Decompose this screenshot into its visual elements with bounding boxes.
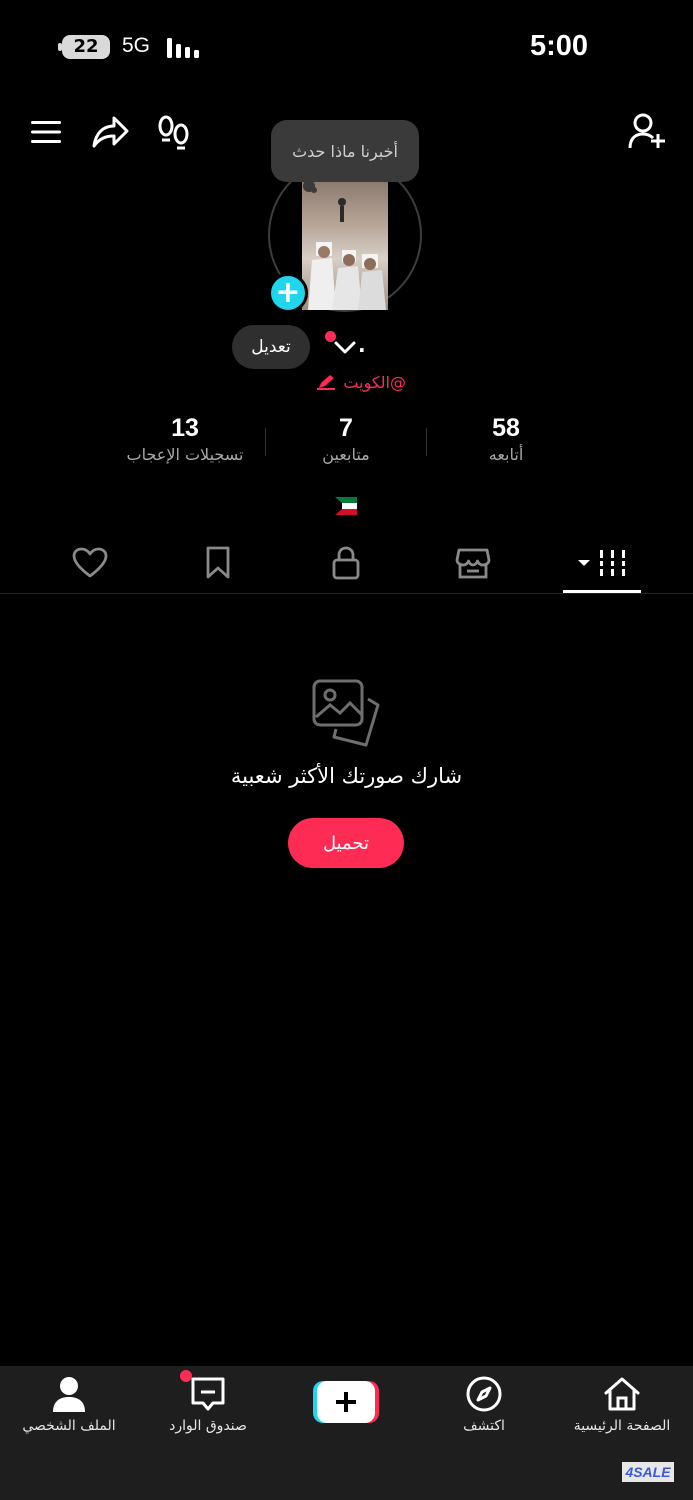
nav-inbox-label: صندوق الوارد (169, 1418, 247, 1434)
avatar[interactable] (302, 182, 388, 310)
home-icon (602, 1374, 642, 1414)
grid-icon (578, 550, 627, 576)
likes-count: 13 (171, 414, 199, 442)
bookmark-icon (206, 546, 230, 579)
upload-button[interactable]: تحميل (288, 818, 404, 868)
create-button[interactable] (313, 1381, 379, 1423)
nav-profile[interactable]: الملف الشخصي (4, 1374, 134, 1444)
inbox-notification-dot (180, 1370, 192, 1382)
inbox-icon (188, 1374, 228, 1414)
menu-icon[interactable] (26, 112, 66, 152)
tab-shop[interactable] (443, 541, 503, 585)
tab-private[interactable] (316, 541, 376, 585)
profile-name[interactable]: . (358, 333, 366, 357)
add-friend-icon[interactable] (624, 108, 670, 154)
nav-discover[interactable]: اكتشف (419, 1374, 549, 1444)
kuwait-flag-icon (335, 497, 357, 515)
stat-divider (265, 428, 266, 456)
tab-liked[interactable] (60, 541, 120, 585)
handle-text: @الكويت (343, 372, 406, 392)
network-type: 5G (122, 34, 151, 57)
share-icon[interactable] (88, 110, 132, 154)
signal-icon (167, 38, 199, 58)
watermark-logo: 4SALE (622, 1462, 674, 1482)
nav-home-label: الصفحة الرئيسية (573, 1418, 671, 1434)
active-tab-indicator (563, 590, 641, 593)
stat-followers[interactable]: 7 متابعين (266, 414, 426, 464)
edit-profile-button[interactable]: تعديل (232, 325, 310, 369)
chevron-down-icon[interactable] (333, 337, 357, 357)
nav-home[interactable]: الصفحة الرئيسية (557, 1374, 687, 1444)
followers-count: 7 (339, 414, 353, 442)
battery-indicator: 22 (62, 35, 110, 59)
tab-favorites[interactable] (188, 541, 248, 585)
photos-icon (312, 679, 380, 747)
nav-inbox[interactable]: صندوق الوارد (143, 1374, 273, 1444)
nav-discover-label: اكتشف (463, 1418, 505, 1434)
empty-state-text: شارك صورتك الأكثر شعبية (230, 764, 463, 788)
compass-icon (464, 1374, 504, 1414)
heart-icon (72, 547, 108, 578)
tooltip[interactable]: أخبرنا ماذا حدث (271, 120, 419, 182)
profile-handle[interactable]: @الكويت (296, 371, 406, 393)
stat-following[interactable]: 58 أتابعه (426, 414, 586, 464)
likes-label: تسجيلات الإعجاب (126, 445, 244, 464)
profile-icon (49, 1374, 89, 1414)
lock-icon (332, 546, 360, 580)
tab-videos[interactable] (572, 541, 632, 585)
nav-profile-label: الملف الشخصي (22, 1418, 116, 1434)
tooltip-tail-small (311, 187, 317, 193)
pencil-icon (317, 375, 336, 390)
following-label: أتابعه (488, 445, 524, 464)
tabs-divider (0, 593, 693, 594)
stat-likes[interactable]: 13 تسجيلات الإعجاب (105, 414, 265, 464)
following-count: 58 (492, 414, 520, 442)
status-time: 5:00 (530, 30, 589, 62)
shop-icon (455, 548, 491, 579)
footprints-icon[interactable] (154, 110, 194, 154)
followers-label: متابعين (322, 445, 370, 464)
add-avatar-button[interactable]: + (268, 273, 308, 313)
stat-divider (426, 428, 427, 456)
